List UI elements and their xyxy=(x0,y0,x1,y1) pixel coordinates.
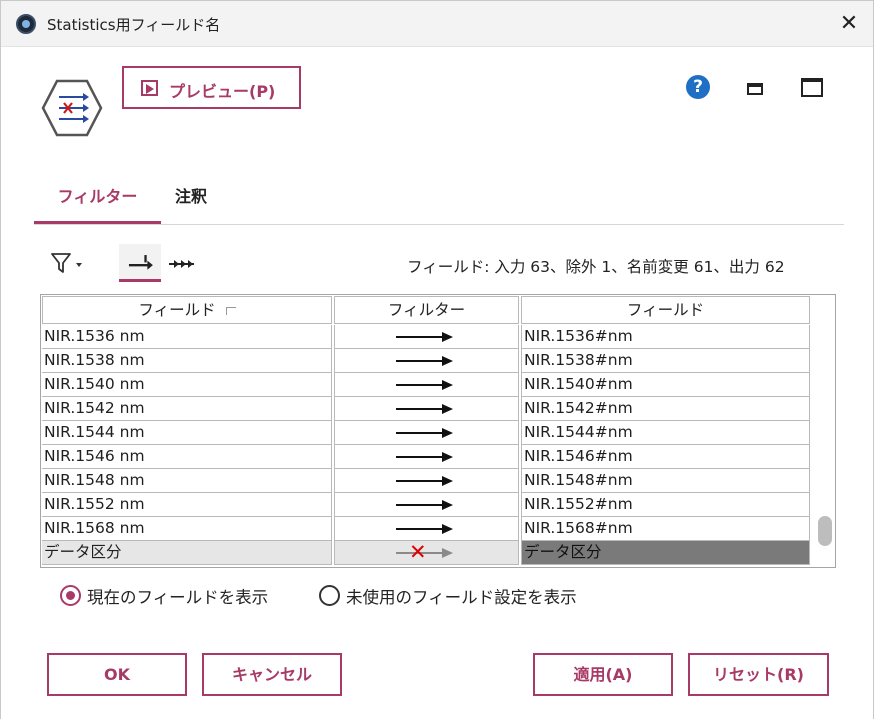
output-field-cell[interactable]: NIR.1542#nm xyxy=(521,397,810,421)
sort-icon xyxy=(225,306,236,315)
arrow-icon xyxy=(396,504,444,506)
radio-show-unused[interactable] xyxy=(319,585,340,606)
output-field-cell[interactable]: NIR.1552#nm xyxy=(521,493,810,517)
table-row[interactable]: NIR.1544 nm NIR.1544#nm xyxy=(41,421,812,445)
tab-annotation[interactable]: 注釈 xyxy=(175,172,225,224)
table-row[interactable]: NIR.1536 nm NIR.1536#nm xyxy=(41,325,812,349)
output-field-cell[interactable]: NIR.1546#nm xyxy=(521,445,810,469)
dialog-footer: OK キャンセル 適用(A) リセット(R) xyxy=(1,631,873,719)
tab-bar: フィルター 注釈 xyxy=(34,172,844,225)
output-field-cell[interactable]: NIR.1536#nm xyxy=(521,325,810,349)
arrow-head-icon xyxy=(442,452,453,462)
arrow-head-icon xyxy=(442,356,453,366)
arrow-icon xyxy=(396,432,444,434)
arrow-head-icon xyxy=(442,524,453,534)
column-header-input-field[interactable]: フィールド xyxy=(42,296,332,324)
arrow-icon xyxy=(396,408,444,410)
arrow-icon xyxy=(396,360,444,362)
table-header: フィールド フィルター フィールド xyxy=(41,295,812,325)
output-field-cell[interactable]: NIR.1568#nm xyxy=(521,517,810,541)
table-row[interactable]: NIR.1552 nm NIR.1552#nm xyxy=(41,493,812,517)
output-field-cell[interactable]: NIR.1544#nm xyxy=(521,421,810,445)
arrow-head-icon xyxy=(442,332,453,342)
input-field-cell[interactable]: データ区分 xyxy=(42,541,332,565)
input-field-cell[interactable]: NIR.1568 nm xyxy=(42,517,332,541)
output-field-cell[interactable]: NIR.1540#nm xyxy=(521,373,810,397)
arrow-icon xyxy=(396,336,444,338)
filter-pass-toggle[interactable] xyxy=(334,373,519,397)
filter-pass-toggle[interactable] xyxy=(334,421,519,445)
arrow-head-icon xyxy=(442,380,453,390)
column-header-output-field[interactable]: フィールド xyxy=(521,296,810,324)
input-field-cell[interactable]: NIR.1542 nm xyxy=(42,397,332,421)
filter-pass-toggle[interactable] xyxy=(334,397,519,421)
preview-button[interactable]: プレビュー(P) xyxy=(122,66,301,109)
spss-modeler-icon xyxy=(16,14,36,34)
output-field-cell[interactable]: NIR.1548#nm xyxy=(521,469,810,493)
ok-button[interactable]: OK xyxy=(47,653,187,696)
filter-pass-toggle[interactable] xyxy=(334,517,519,541)
column-header-input-label: フィールド xyxy=(138,301,216,319)
table-row[interactable]: データ区分 ✕ データ区分 xyxy=(41,541,812,565)
play-icon xyxy=(141,80,158,96)
filter-excluded-toggle[interactable]: ✕ xyxy=(334,541,519,565)
arrow-head-icon xyxy=(442,404,453,414)
input-field-cell[interactable]: NIR.1538 nm xyxy=(42,349,332,373)
table-row[interactable]: NIR.1542 nm NIR.1542#nm xyxy=(41,397,812,421)
filter-node-icon xyxy=(41,79,103,137)
table-row[interactable]: NIR.1548 nm NIR.1548#nm xyxy=(41,469,812,493)
toggle-mapping-icon[interactable] xyxy=(119,244,161,282)
option-label: 現在のフィールドを表示 xyxy=(87,588,269,607)
input-field-cell[interactable]: NIR.1544 nm xyxy=(42,421,332,445)
arrow-icon xyxy=(396,528,444,530)
arrow-head-icon xyxy=(442,548,453,558)
output-field-cell[interactable]: データ区分 xyxy=(521,541,810,565)
preview-button-label: プレビュー(P) xyxy=(169,82,276,101)
help-icon[interactable]: ? xyxy=(686,75,710,99)
table-row[interactable]: NIR.1538 nm NIR.1538#nm xyxy=(41,349,812,373)
toggle-all-fields-icon[interactable] xyxy=(164,244,202,282)
filter-pass-toggle[interactable] xyxy=(334,325,519,349)
cancel-button[interactable]: キャンセル xyxy=(202,653,342,696)
dialog-window: Statistics用フィールド名 ✕ プレビュー(P) ? フィルター 注釈 xyxy=(0,0,874,719)
scrollbar-thumb[interactable] xyxy=(818,516,832,546)
input-field-cell[interactable]: NIR.1548 nm xyxy=(42,469,332,493)
table-row[interactable]: NIR.1540 nm NIR.1540#nm xyxy=(41,373,812,397)
arrow-icon xyxy=(396,384,444,386)
filter-pass-toggle[interactable] xyxy=(334,445,519,469)
maximize-icon[interactable] xyxy=(801,78,823,97)
reset-button[interactable]: リセット(R) xyxy=(688,653,829,696)
apply-button[interactable]: 適用(A) xyxy=(533,653,673,696)
input-field-cell[interactable]: NIR.1536 nm xyxy=(42,325,332,349)
title-bar: Statistics用フィールド名 ✕ xyxy=(1,1,873,47)
arrow-icon xyxy=(396,480,444,482)
arrow-head-icon xyxy=(442,500,453,510)
filter-pass-toggle[interactable] xyxy=(334,469,519,493)
field-summary: フィールド: 入力 63、除外 1、名前変更 61、出力 62 xyxy=(407,258,785,276)
arrow-icon xyxy=(396,456,444,458)
arrow-head-icon xyxy=(442,476,453,486)
input-field-cell[interactable]: NIR.1540 nm xyxy=(42,373,332,397)
table-row[interactable]: NIR.1568 nm NIR.1568#nm xyxy=(41,517,812,541)
funnel-dropdown-icon[interactable] xyxy=(50,251,88,275)
column-header-filter[interactable]: フィルター xyxy=(334,296,519,324)
minimize-icon[interactable] xyxy=(747,83,763,95)
arrow-head-icon xyxy=(442,428,453,438)
option-label: 未使用のフィールド設定を表示 xyxy=(346,588,577,607)
field-table: フィールド フィルター フィールド NIR.1536 nm NIR.1536#nm… xyxy=(40,294,836,568)
window-title: Statistics用フィールド名 xyxy=(47,16,221,34)
filter-pass-toggle[interactable] xyxy=(334,493,519,517)
table-row[interactable]: NIR.1546 nm NIR.1546#nm xyxy=(41,445,812,469)
exclude-x-icon: ✕ xyxy=(409,541,427,564)
radio-show-current[interactable] xyxy=(60,585,81,606)
filter-pass-toggle[interactable] xyxy=(334,349,519,373)
output-field-cell[interactable]: NIR.1538#nm xyxy=(521,349,810,373)
input-field-cell[interactable]: NIR.1546 nm xyxy=(42,445,332,469)
close-button[interactable]: ✕ xyxy=(832,8,866,40)
tab-filter[interactable]: フィルター xyxy=(34,172,161,224)
input-field-cell[interactable]: NIR.1552 nm xyxy=(42,493,332,517)
